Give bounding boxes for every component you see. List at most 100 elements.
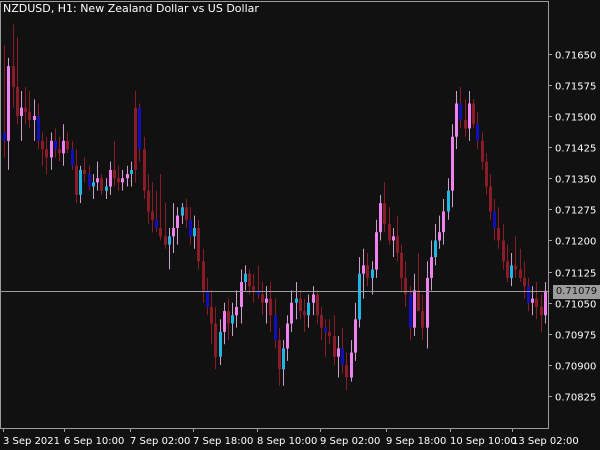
candle-body [269,298,272,316]
candle-body [159,228,162,237]
candle-body [62,140,65,154]
chart-window[interactable]: 0.71650 0.71575 0.71500 0.71425 0.71350 0.712… [0,0,600,450]
chart-title: NZDUSD, H1: New Zealand Dollar vs US Dol… [3,2,259,15]
candle-body [531,298,534,303]
candle-body [189,219,192,237]
candle-body [257,290,260,295]
candle-body [41,140,44,150]
candle-body [430,257,433,278]
candle-body [235,306,238,316]
candle-body [117,178,120,183]
candle-body [540,306,543,316]
candle-body [447,190,450,212]
candle-body [113,169,116,179]
price-tick-label: 0.71050 [555,300,596,311]
time-tick-label: 6 Sep 10:00 [64,436,124,447]
candle-body [79,169,82,195]
candle-body [265,298,268,303]
candle-body [244,273,247,283]
candle-body [295,298,298,303]
candle-body [96,178,99,183]
time-tick-label: 3 Sep 2021 [3,436,60,447]
candle-body [50,140,53,158]
candle-body [400,252,403,278]
candle-body [7,66,10,141]
candle-body [227,311,230,324]
time-tick-label: 9 Sep 02:00 [320,436,380,447]
price-chart[interactable]: 0.71650 0.71575 0.71500 0.71425 0.71350 0.712… [0,0,600,450]
candle-body [523,277,526,287]
candle-body [451,136,454,191]
time-tick-label: 8 Sep 10:00 [257,436,317,447]
candle-body [130,169,133,175]
candle-body [476,124,479,141]
candle-body [240,282,243,307]
candle-body [20,107,23,116]
price-tick-label: 0.71575 [555,82,596,93]
candle-body [71,149,74,166]
candle-body [58,149,61,154]
candle-body [383,203,386,224]
candle-body [219,331,222,357]
candle-body [472,103,475,125]
candle-body [92,182,95,187]
candle-body [350,352,353,378]
time-tick-label: 9 Sep 18:00 [386,436,446,447]
candle-body [185,207,188,220]
candle-body [151,211,154,220]
candle-body [464,120,467,129]
candle-body [164,236,167,245]
time-axis[interactable]: 3 Sep 2021 6 Sep 10:00 7 Sep 02:00 7 Sep 18… [3,428,579,447]
candle-body [379,203,382,233]
candle-body [303,311,306,316]
candle-body [409,294,412,328]
candle-body [514,265,517,270]
candle-body [392,236,395,241]
candle-body [231,315,234,324]
candle-body [88,174,91,187]
candle-body [375,232,378,270]
plot-frame [0,1,549,429]
candle-body [493,211,496,229]
price-tick-label: 0.70975 [555,331,596,342]
price-tick-label: 0.71425 [555,144,596,155]
candle-body [468,103,471,129]
candle-body [248,273,251,287]
candle-body [502,240,505,262]
candle-body [434,240,437,258]
candle-body [337,348,340,357]
price-tick-label: 0.70825 [555,393,596,404]
candle-body [109,169,112,187]
candle-body [459,103,462,121]
candle-body [354,319,357,353]
candle-body [28,111,31,121]
candles-layer [3,24,547,390]
price-tick-label: 0.71650 [555,51,596,62]
price-axis[interactable]: 0.71650 0.71575 0.71500 0.71425 0.71350 0.712… [548,51,596,404]
candle-body [197,228,200,262]
candle-body [320,315,323,328]
candle-body [168,236,171,245]
candle-body [223,311,226,332]
candle-body [527,286,530,303]
candle-body [83,169,86,175]
candle-body [328,331,331,336]
candle-body [278,340,281,370]
candle-body [143,149,146,191]
candle-body [417,290,420,312]
candle-body [37,115,40,141]
candle-body [421,311,424,328]
candle-body [299,298,302,312]
candle-body [181,207,184,216]
candle-body [481,140,484,162]
time-tick-label: 13 Sep 02:00 [512,436,579,447]
candle-body [286,323,289,349]
candle-body [75,165,78,195]
candle-body [455,103,458,137]
candle-body [206,290,209,307]
price-tick-label: 0.71200 [555,237,596,248]
candle-body [176,215,179,229]
candle-body [442,211,445,233]
price-tick-label: 0.70900 [555,362,596,373]
candle-body [3,132,6,141]
